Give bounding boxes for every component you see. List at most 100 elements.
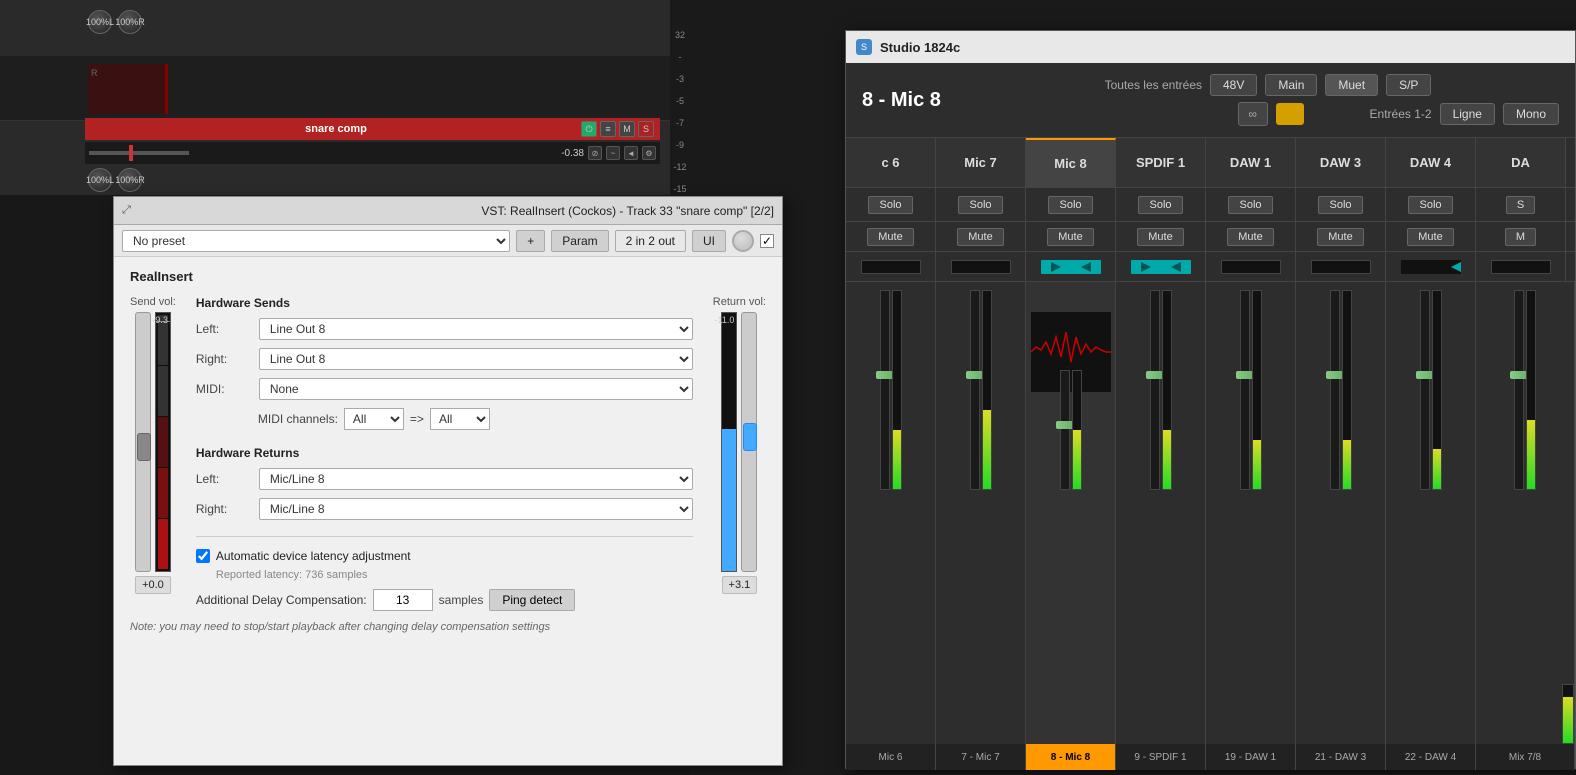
return-fader-track[interactable] (741, 312, 757, 572)
solo-btn-daw1[interactable]: Solo (1228, 196, 1272, 214)
send-fader-handle[interactable] (137, 433, 151, 461)
pan-da-indicator[interactable] (1491, 260, 1551, 274)
add-preset-button[interactable]: + (516, 230, 545, 252)
label-daw1[interactable]: 19 - DAW 1 (1206, 744, 1296, 770)
btn-ligne[interactable]: Ligne (1440, 103, 1495, 125)
label-mic7[interactable]: 7 - Mic 7 (936, 744, 1026, 770)
preset-dropdown[interactable]: No preset (122, 230, 510, 252)
pan-spdif (1116, 252, 1206, 281)
pan-daw4-indicator[interactable] (1401, 260, 1461, 274)
btn-48v[interactable]: 48V (1210, 74, 1257, 96)
fader-mic6[interactable] (880, 290, 890, 490)
send-fader-track[interactable] (135, 312, 151, 572)
mute-btn-mic6[interactable]: Mute (867, 228, 913, 246)
vst-knob[interactable] (732, 230, 754, 252)
ch-header-mic7: Mic 7 (936, 138, 1026, 187)
midi-ch-to-select[interactable]: All (430, 408, 490, 430)
mute-btn-daw4[interactable]: Mute (1407, 228, 1453, 246)
track-s-btn[interactable]: S (638, 121, 654, 137)
label-mix78[interactable]: Mix 7/8 (1476, 744, 1575, 770)
ui-button[interactable]: UI (692, 230, 726, 252)
ret-right-select[interactable]: Mic/Line 8 (259, 498, 693, 520)
mute-btn-spdif[interactable]: Mute (1137, 228, 1183, 246)
track-fader-mini[interactable] (129, 145, 133, 161)
hw-midi-select[interactable]: None (259, 378, 693, 400)
fader-mic7[interactable] (970, 290, 980, 490)
delay-input[interactable]: 13 (373, 589, 433, 611)
pan-daw3 (1296, 252, 1386, 281)
label-mic8[interactable]: 8 - Mic 8 (1026, 744, 1116, 770)
fader-daw1[interactable] (1240, 290, 1250, 490)
realinsert-title: RealInsert (130, 269, 766, 284)
pan-spdif-indicator[interactable] (1131, 260, 1191, 274)
vst-enable-checkbox[interactable]: ✓ (760, 234, 774, 248)
solo-btn-mic7[interactable]: Solo (958, 196, 1002, 214)
latency-checkbox[interactable] (196, 549, 210, 563)
io-button[interactable]: 2 in 2 out (615, 230, 686, 252)
hw-left-select[interactable]: Line Out 8 (259, 318, 693, 340)
solo-btn-spdif[interactable]: Solo (1138, 196, 1182, 214)
ping-detect-button[interactable]: Ping detect (489, 589, 575, 611)
btn-mono[interactable]: Mono (1503, 103, 1559, 125)
mute-btn-daw1[interactable]: Mute (1227, 228, 1273, 246)
track-phase-icon[interactable]: ⊘ (588, 146, 602, 160)
track-env-icon[interactable]: ⚙ (642, 146, 656, 160)
pan-daw1-indicator[interactable] (1221, 260, 1281, 274)
meter-daw4-fill (1433, 449, 1441, 489)
send-db-top: -9.3 (152, 315, 168, 325)
track-db-value: -0.38 (561, 148, 584, 159)
solo-row: Solo Solo Solo Solo Solo Solo Solo S (846, 188, 1575, 222)
color-picker[interactable] (1276, 103, 1304, 125)
solo-btn-mic6[interactable]: Solo (868, 196, 912, 214)
track-fold-btn[interactable]: ≡ (600, 121, 616, 137)
label-daw4[interactable]: 22 - DAW 4 (1386, 744, 1476, 770)
solo-btn-mic8[interactable]: Solo (1048, 196, 1092, 214)
ret-left-select[interactable]: Mic/Line 8 (259, 468, 693, 490)
track-eq-icon[interactable]: ~ (606, 146, 620, 160)
btn-main[interactable]: Main (1265, 74, 1317, 96)
fader-da[interactable] (1514, 290, 1524, 490)
meter-mic6-fill (893, 430, 901, 489)
btn-muet[interactable]: Muet (1325, 74, 1378, 96)
snare-comp-track: snare comp ⏻ ≡ M S (85, 118, 660, 140)
return-fader-handle[interactable] (743, 423, 757, 451)
knob-row-2: 100%L 100%R (88, 168, 142, 192)
track-vol-icon[interactable]: ◄ (624, 146, 638, 160)
pan-mic6-indicator[interactable] (861, 260, 921, 274)
pan-mic8-indicator[interactable] (1041, 260, 1101, 274)
pan-mic8 (1026, 252, 1116, 281)
delay-row: Additional Delay Compensation: 13 sample… (196, 589, 693, 611)
fader-spdif[interactable] (1150, 290, 1160, 490)
solo-btn-da[interactable]: S (1506, 196, 1535, 214)
track-power-btn[interactable]: ⏻ (581, 121, 597, 137)
solo-btn-daw3[interactable]: Solo (1318, 196, 1362, 214)
hw-right-label: Right: (196, 352, 251, 366)
mute-btn-daw3[interactable]: Mute (1317, 228, 1363, 246)
knob-100l[interactable]: 100%L (88, 10, 112, 34)
hw-right-select[interactable]: Line Out 8 (259, 348, 693, 370)
pan-mic7-indicator[interactable] (951, 260, 1011, 274)
knob-100r-2[interactable]: 100%R (118, 168, 142, 192)
track-row-1: R (0, 56, 690, 121)
track-m-btn[interactable]: M (619, 121, 635, 137)
btn-sp[interactable]: S/P (1386, 74, 1431, 96)
label-mic6[interactable]: Mic 6 (846, 744, 936, 770)
solo-btn-daw4[interactable]: Solo (1408, 196, 1452, 214)
pan-daw3-indicator[interactable] (1311, 260, 1371, 274)
fader-daw3[interactable] (1330, 290, 1340, 490)
latency-section: Automatic device latency adjustment Repo… (196, 536, 693, 611)
label-spdif[interactable]: 9 - SPDIF 1 (1116, 744, 1206, 770)
knob-100r[interactable]: 100%R (118, 10, 142, 34)
link-icon[interactable]: ∞ (1238, 102, 1268, 126)
note-text: Note: you may need to stop/start playbac… (130, 621, 766, 633)
fader-mic8[interactable] (1060, 370, 1070, 490)
mute-btn-da[interactable]: M (1505, 228, 1536, 246)
label-daw3[interactable]: 21 - DAW 3 (1296, 744, 1386, 770)
knob-100l-2[interactable]: 100%L (88, 168, 112, 192)
mute-btn-mic8[interactable]: Mute (1047, 228, 1093, 246)
midi-ch-from-select[interactable]: All (344, 408, 404, 430)
fader-daw4[interactable] (1420, 290, 1430, 490)
param-button[interactable]: Param (551, 230, 608, 252)
mute-btn-mic7[interactable]: Mute (957, 228, 1003, 246)
header-row-1: Toutes les entrées 48V Main Muet S/P (1082, 74, 1559, 96)
